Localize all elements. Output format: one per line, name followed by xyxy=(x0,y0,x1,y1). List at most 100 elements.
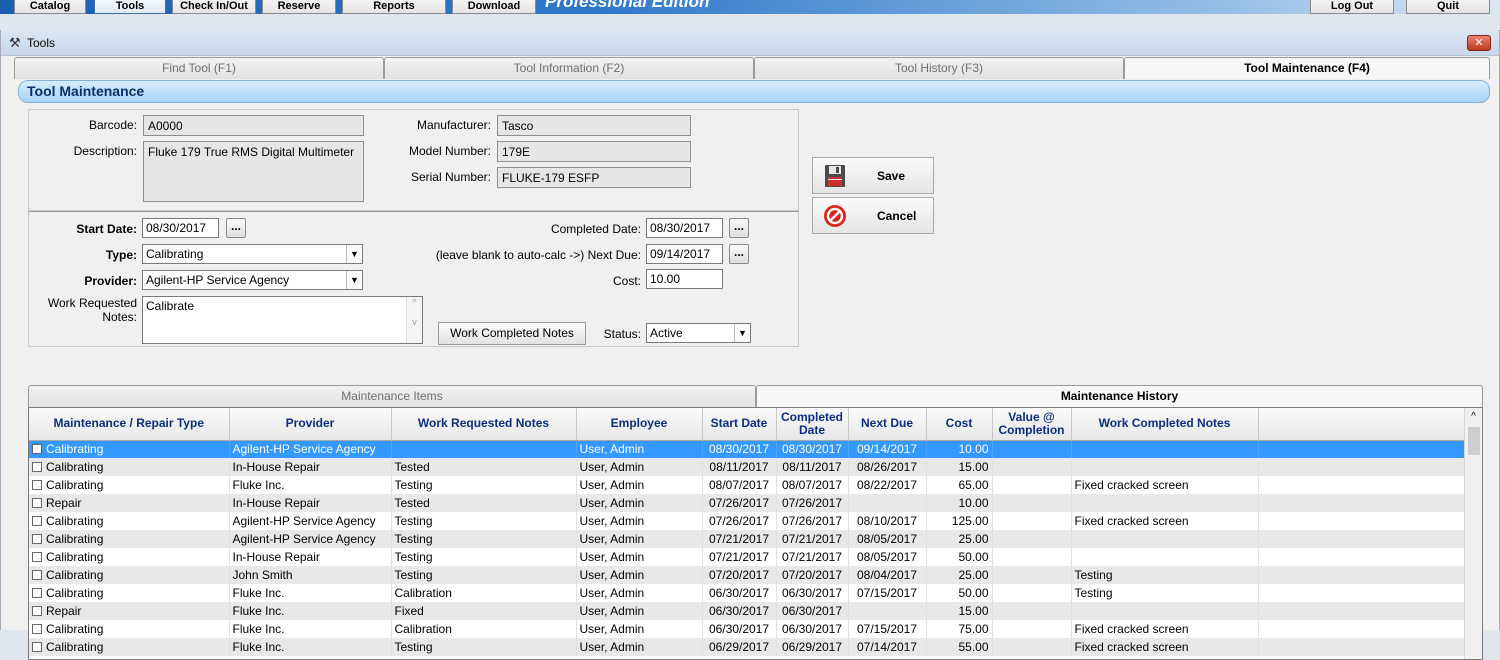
cell-value xyxy=(992,638,1072,656)
start-date-picker-button[interactable]: ... xyxy=(226,218,246,238)
manufacturer-label: Manufacturer: xyxy=(416,118,491,132)
manufacturer-field: Tasco xyxy=(497,115,691,136)
chevron-down-icon[interactable]: ▼ xyxy=(346,271,362,289)
cell-cost-text: 50.00 xyxy=(958,550,989,564)
chevron-down-icon[interactable]: ▼ xyxy=(734,324,750,342)
cell-employee-text: User, Admin xyxy=(579,604,645,618)
start-date-input[interactable]: 08/30/2017 xyxy=(142,218,219,238)
table-row[interactable]: Calibrating Agilent-HP Service Agency Test… xyxy=(29,512,1466,530)
cell-work-completed-text: Testing xyxy=(1074,586,1113,600)
table-row[interactable]: Calibrating Fluke Inc. Testing User, Admin 0… xyxy=(29,476,1466,494)
row-checkbox[interactable] xyxy=(32,534,42,544)
cell-next-due-text: 08/04/2017 xyxy=(856,568,918,582)
col-start-date[interactable]: Start Date xyxy=(702,408,777,441)
provider-select[interactable]: Agilent-HP Service Agency ▼ xyxy=(142,270,363,290)
cell-requested-text: Testing xyxy=(394,550,433,564)
cost-input[interactable]: 10.00 xyxy=(646,269,723,289)
col-cost[interactable]: Cost xyxy=(926,408,993,441)
close-button[interactable]: ✕ xyxy=(1467,35,1491,51)
completed-date-picker-button[interactable]: ... xyxy=(729,218,749,238)
download-button[interactable]: Download xyxy=(452,0,536,14)
tab-find-tool[interactable]: Find Tool (F1) xyxy=(14,57,384,79)
col-provider[interactable]: Provider xyxy=(229,408,392,441)
row-checkbox[interactable] xyxy=(32,516,42,526)
scroll-up-icon[interactable]: ^ xyxy=(1465,408,1482,425)
row-checkbox[interactable] xyxy=(32,462,42,472)
row-checkbox[interactable] xyxy=(32,498,42,508)
cell-requested: Testing xyxy=(391,530,577,548)
tab-tool-information[interactable]: Tool Information (F2) xyxy=(384,57,754,79)
table-row[interactable]: Calibrating Agilent-HP Service Agency Test… xyxy=(29,530,1466,548)
col-maintenance-type[interactable]: Maintenance / Repair Type xyxy=(29,408,230,441)
row-checkbox[interactable] xyxy=(32,552,42,562)
next-due-picker-button[interactable]: ... xyxy=(729,244,749,264)
cell-start-date-text: 06/30/2017 xyxy=(708,622,770,636)
table-row[interactable]: Calibrating Agilent-HP Service Agency User… xyxy=(29,440,1466,458)
cell-completed-date-text: 06/30/2017 xyxy=(781,604,843,618)
log-out-button[interactable]: Log Out xyxy=(1310,0,1394,14)
table-row[interactable]: Calibrating Fluke Inc. Calibration User, Ad… xyxy=(29,584,1466,602)
col-work-completed[interactable]: Work Completed Notes xyxy=(1071,408,1259,441)
cell-start-date-text: 08/11/2017 xyxy=(709,460,769,474)
cell-start-date-text: 06/30/2017 xyxy=(708,586,770,600)
model-number-field: 179E xyxy=(497,141,691,162)
catalog-button[interactable]: Catalog xyxy=(14,0,86,14)
save-button[interactable]: Save xyxy=(812,157,934,194)
col-next-due[interactable]: Next Due xyxy=(848,408,927,441)
row-checkbox[interactable] xyxy=(32,444,42,455)
table-row[interactable]: Calibrating Fluke Inc. Calibration User, Ad… xyxy=(29,620,1466,638)
scroll-thumb[interactable] xyxy=(1468,427,1480,455)
cell-provider: In-House Repair xyxy=(229,458,392,476)
col-work-requested[interactable]: Work Requested Notes xyxy=(391,408,577,441)
cell-completed-date-text: 06/30/2017 xyxy=(781,622,843,636)
tab-tool-history[interactable]: Tool History (F3) xyxy=(754,57,1124,79)
cell-completed-date: 08/11/2017 xyxy=(776,458,849,476)
cell-start-date-text: 07/26/2017 xyxy=(708,496,770,510)
table-row[interactable]: Calibrating Fluke Inc. Testing User, Admin 0… xyxy=(29,638,1466,656)
completed-date-input[interactable]: 08/30/2017 xyxy=(646,218,723,238)
next-due-input[interactable]: 09/14/2017 xyxy=(646,244,723,264)
col-employee[interactable]: Employee xyxy=(576,408,703,441)
cell-value xyxy=(992,512,1072,530)
tools-button[interactable]: Tools xyxy=(94,0,166,14)
row-checkbox[interactable] xyxy=(32,570,42,580)
work-requested-notes-input[interactable]: Calibrate ^ v xyxy=(142,296,423,344)
row-checkbox[interactable] xyxy=(32,624,42,634)
cell-completed-date: 07/26/2017 xyxy=(776,494,849,512)
col-completed-date[interactable]: Completed Date xyxy=(776,408,849,441)
cancel-button[interactable]: Cancel xyxy=(812,197,934,234)
reports-button[interactable]: Reports xyxy=(342,0,446,14)
table-row[interactable]: Calibrating In-House Repair Testing User, A… xyxy=(29,548,1466,566)
table-row[interactable]: Calibrating John Smith Testing User, Admin 0… xyxy=(29,566,1466,584)
row-checkbox[interactable] xyxy=(32,480,42,490)
tab-maintenance-history[interactable]: Maintenance History xyxy=(756,385,1483,407)
type-select[interactable]: Calibrating ▼ xyxy=(142,244,363,264)
textarea-scrollbar[interactable]: ^ v xyxy=(406,297,422,343)
grid-scrollbar[interactable]: ^ xyxy=(1464,408,1482,659)
cell-employee-text: User, Admin xyxy=(579,640,645,654)
barcode-label: Barcode: xyxy=(88,118,137,132)
row-checkbox[interactable] xyxy=(32,642,42,652)
cell-start-date: 07/21/2017 xyxy=(702,530,777,548)
tab-maintenance-items[interactable]: Maintenance Items xyxy=(28,385,756,407)
table-row[interactable]: Repair Fluke Inc. Fixed User, Admin 06/30/20… xyxy=(29,602,1466,620)
table-row[interactable]: Repair In-House Repair Tested User, Admin 07… xyxy=(29,494,1466,512)
quit-button[interactable]: Quit xyxy=(1406,0,1490,14)
check-in-out-button[interactable]: Check In/Out xyxy=(172,0,256,14)
cell-next-due-text: 08/05/2017 xyxy=(856,550,918,564)
col-value-at-completion[interactable]: Value @ Completion xyxy=(992,408,1072,441)
chevron-down-icon[interactable]: ▼ xyxy=(346,245,362,263)
cell-provider: Fluke Inc. xyxy=(229,476,392,494)
reserve-button[interactable]: Reserve xyxy=(262,0,336,14)
row-checkbox[interactable] xyxy=(32,588,42,598)
status-select[interactable]: Active ▼ xyxy=(646,323,751,343)
section-title: Tool Maintenance xyxy=(18,80,1490,103)
cell-requested-text: Testing xyxy=(394,514,433,528)
cell-type-text: Calibrating xyxy=(46,550,104,564)
table-row[interactable]: Calibrating In-House Repair Tested User, Ad… xyxy=(29,458,1466,476)
cell-cost-text: 15.00 xyxy=(958,460,989,474)
row-checkbox[interactable] xyxy=(32,606,42,616)
cell-cost: 50.00 xyxy=(926,548,993,566)
tab-tool-maintenance[interactable]: Tool Maintenance (F4) xyxy=(1124,57,1490,79)
work-completed-notes-button[interactable]: Work Completed Notes xyxy=(438,322,586,345)
